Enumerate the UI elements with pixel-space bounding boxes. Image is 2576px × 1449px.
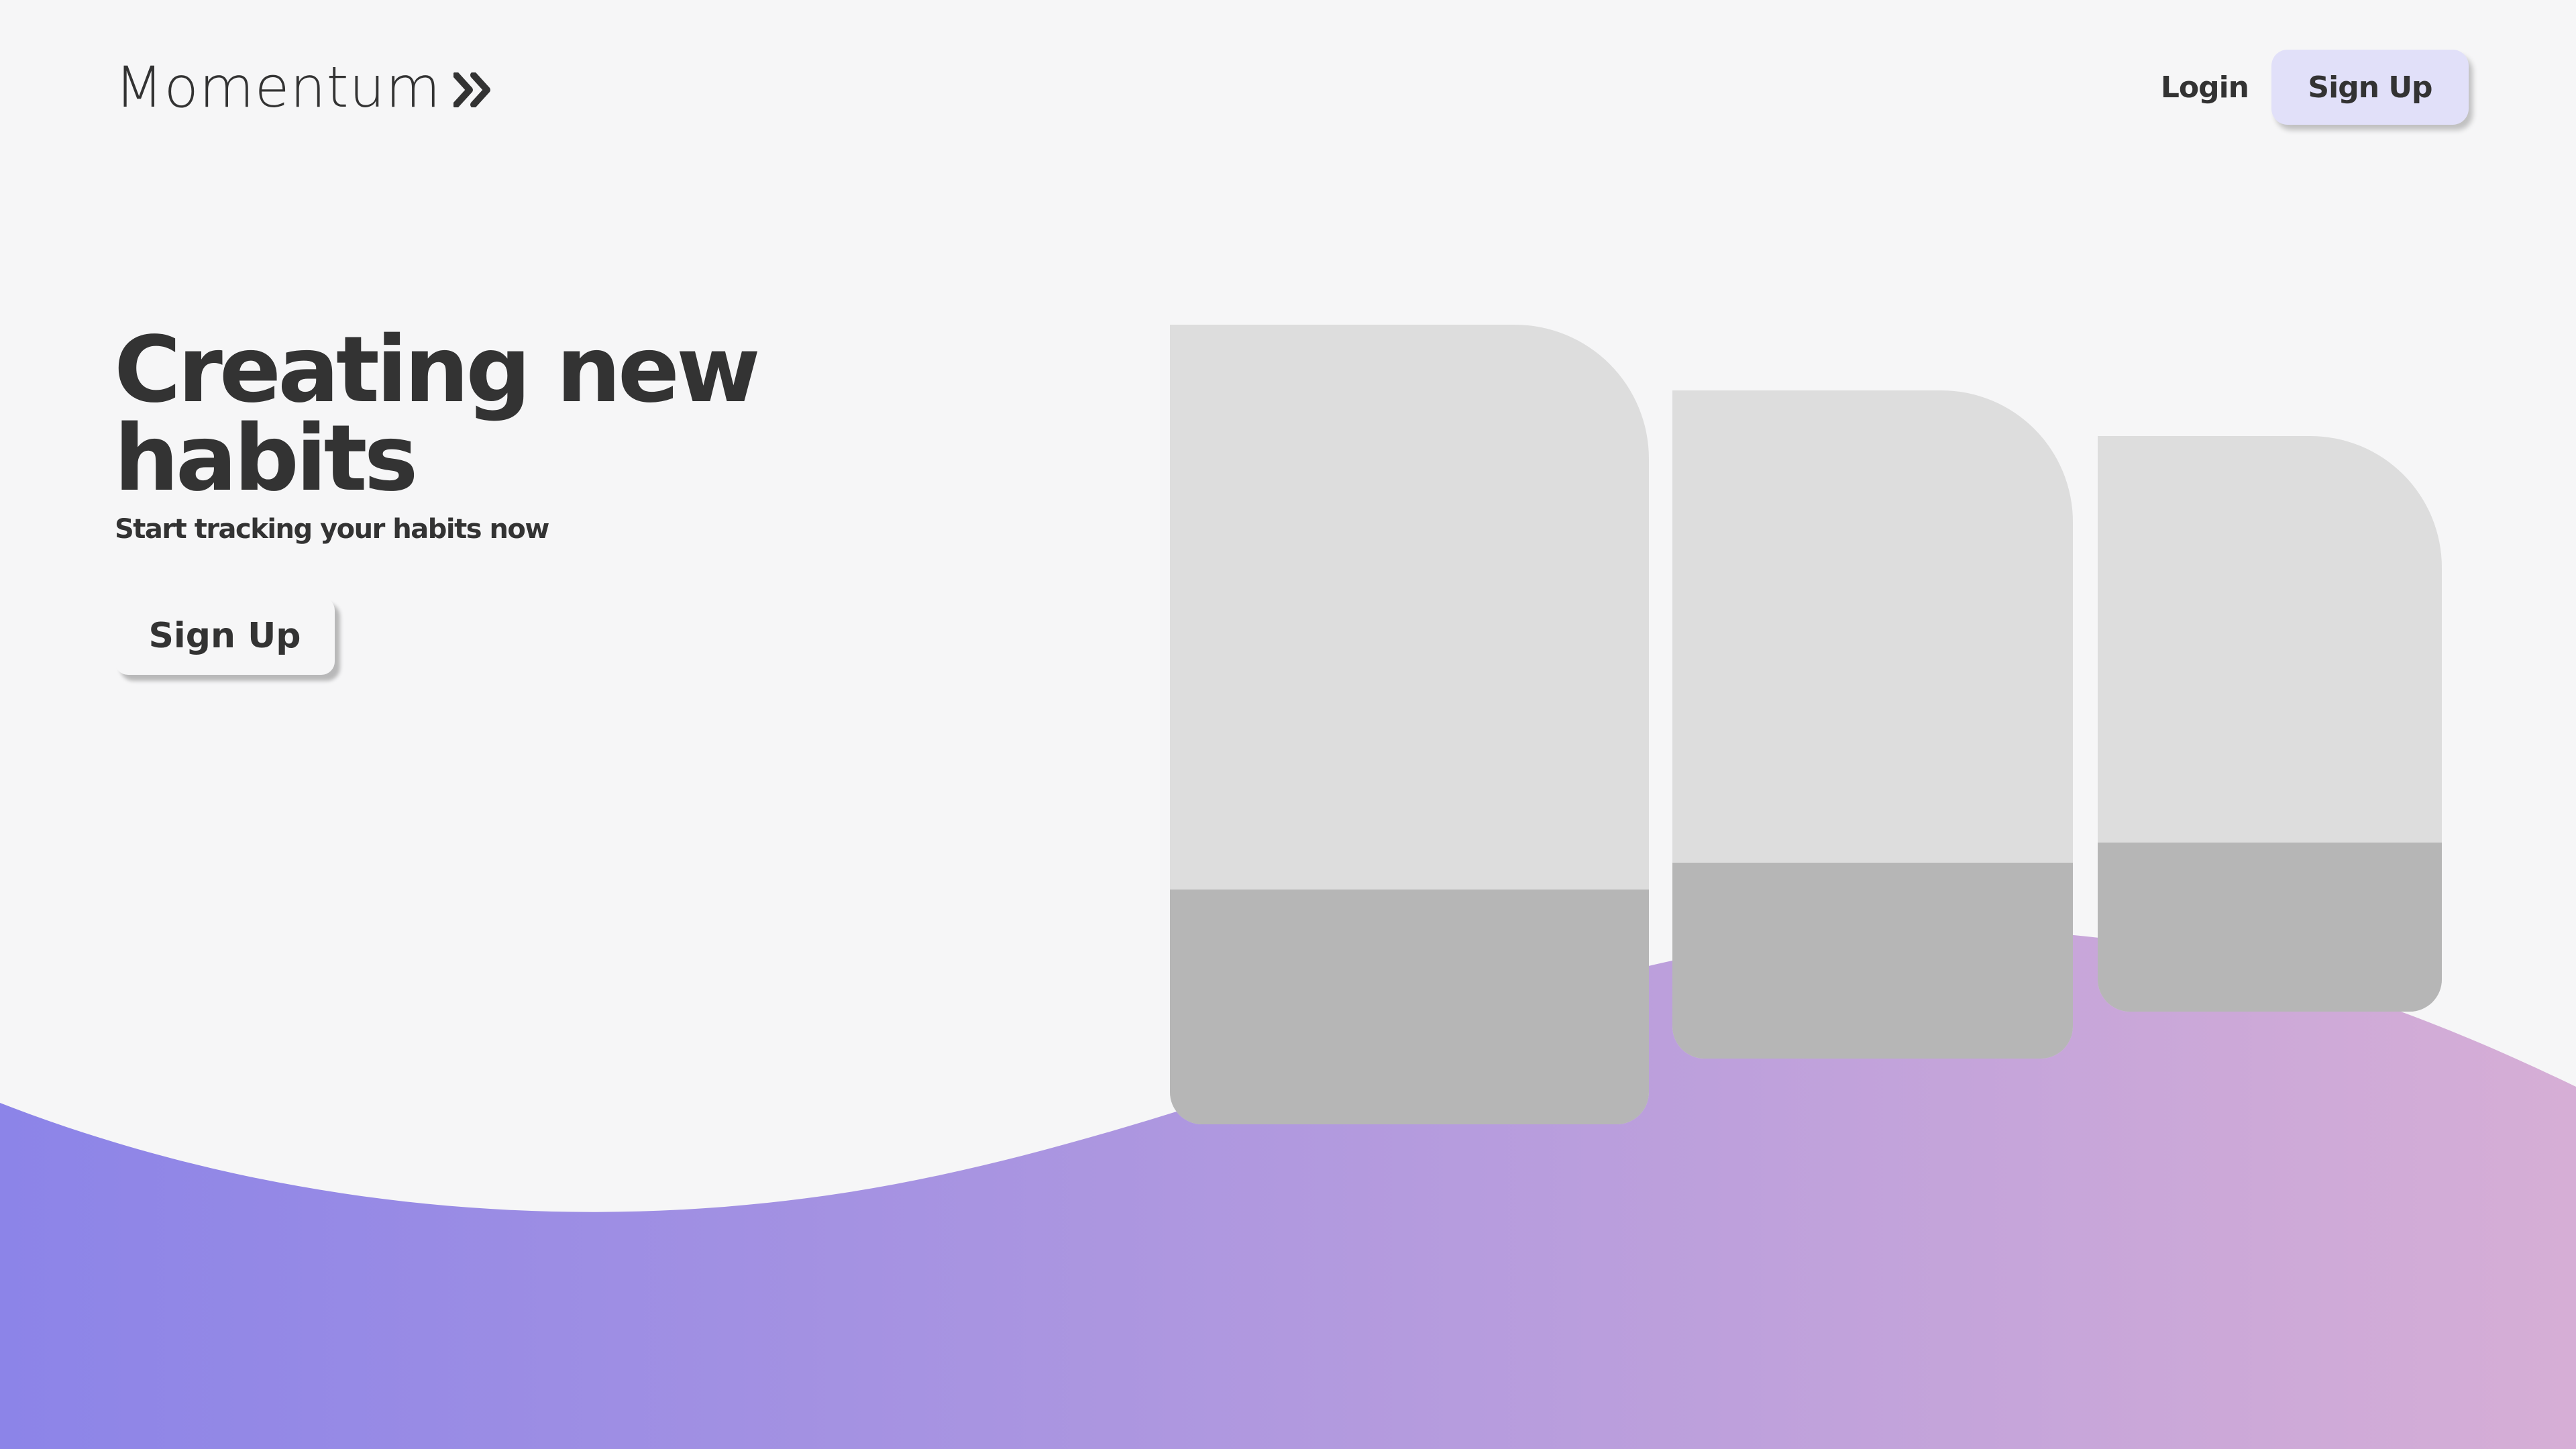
double-chevron-right-icon [453, 72, 490, 107]
brand-name: Momentum [115, 54, 441, 120]
hero-signup-button[interactable]: Sign Up [115, 597, 335, 675]
preview-card-large [1170, 325, 1649, 1124]
brand-logo[interactable]: Momentum [115, 52, 494, 122]
login-link[interactable]: Login [2161, 70, 2249, 105]
top-nav: Login Sign Up [2161, 50, 2469, 125]
preview-card-footer [1672, 863, 2073, 1059]
hero-title: Creating new habits [114, 317, 761, 512]
hero-subtitle: Start tracking your habits now [115, 514, 549, 545]
preview-card-footer [1170, 890, 1649, 1124]
nav-signup-button[interactable]: Sign Up [2271, 50, 2469, 125]
preview-card-medium [1672, 390, 2073, 1059]
preview-card-footer [2098, 843, 2442, 1012]
preview-card-small [2098, 436, 2442, 1012]
